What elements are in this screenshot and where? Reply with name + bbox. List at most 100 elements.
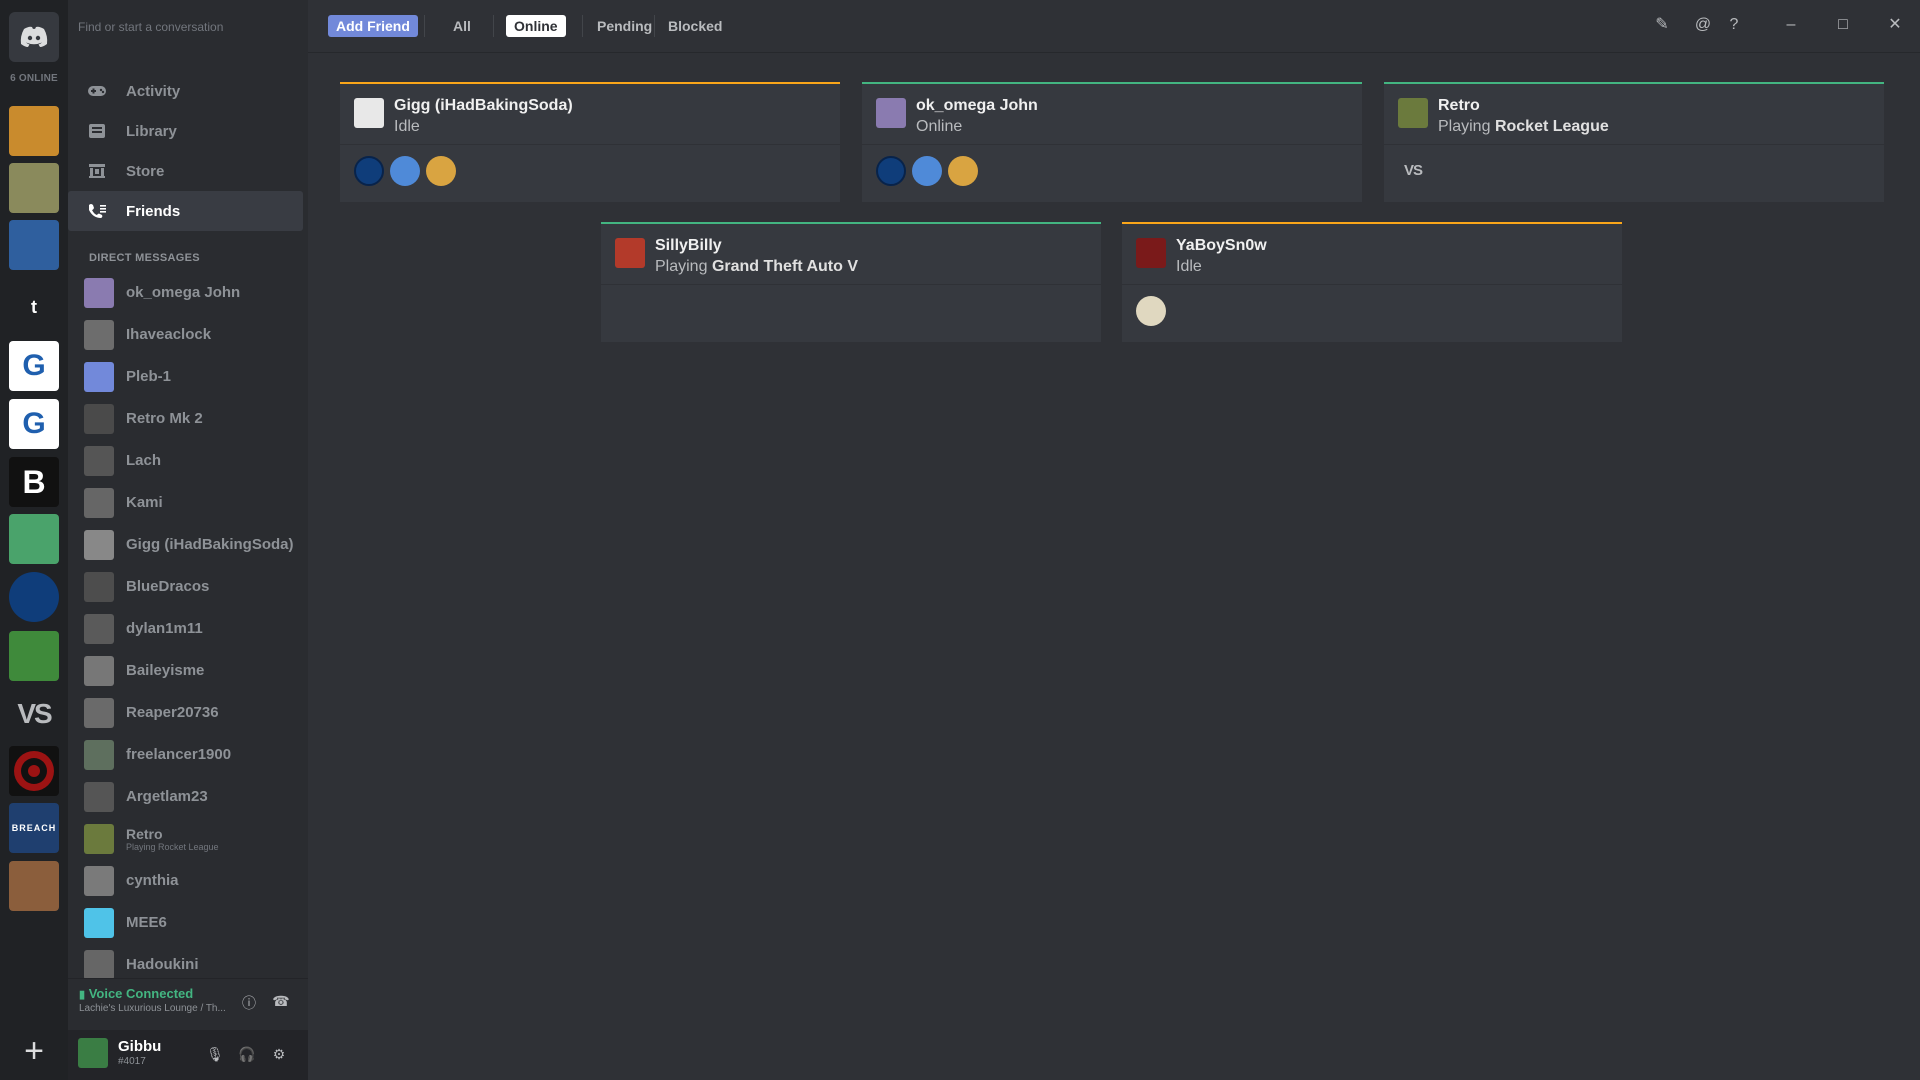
friend-status: Playing Rocket League	[1438, 118, 1609, 135]
server-icon[interactable]: B	[9, 457, 59, 507]
friend-name: Gigg (iHadBakingSoda)	[394, 97, 573, 114]
divider	[601, 284, 1101, 285]
divider	[1384, 144, 1884, 145]
nav-store[interactable]: Store	[68, 151, 303, 191]
add-server-button[interactable]: +	[9, 1026, 59, 1076]
mutual-server-icon[interactable]	[948, 156, 978, 186]
friend-card[interactable]: SillyBilly Playing Grand Theft Auto V	[601, 222, 1101, 342]
dm-item[interactable]: Lach	[68, 443, 308, 479]
server-icon[interactable]	[9, 861, 59, 911]
friend-card[interactable]: Retro Playing Rocket League VS	[1384, 82, 1884, 202]
mutual-servers: VS	[1398, 156, 1428, 186]
mutual-server-icon[interactable]: VS	[1398, 156, 1428, 186]
server-icon[interactable]	[9, 514, 59, 564]
dm-item[interactable]: Gigg (iHadBakingSoda)	[68, 527, 308, 563]
dm-item[interactable]: BlueDracos	[68, 569, 308, 605]
avatar	[84, 278, 114, 308]
mutual-server-icon[interactable]	[876, 156, 906, 186]
nav-label: Friends	[126, 202, 181, 220]
add-friend-button[interactable]: Add Friend	[328, 15, 418, 37]
tab-all[interactable]: All	[445, 15, 479, 37]
dm-item[interactable]: Retro Mk 2	[68, 401, 308, 437]
dm-item[interactable]: Retro Playing Rocket League	[68, 821, 308, 857]
dm-item[interactable]: MEE6	[68, 905, 308, 941]
server-icon[interactable]	[9, 572, 59, 622]
home-button[interactable]	[9, 12, 59, 62]
dm-item[interactable]: Argetlam23	[68, 779, 308, 815]
avatar	[84, 446, 114, 476]
nav-friends[interactable]: Friends	[68, 191, 303, 231]
mutual-server-icon[interactable]	[1136, 296, 1166, 326]
server-icon[interactable]: G	[9, 399, 59, 449]
dm-item[interactable]: Kami	[68, 485, 308, 521]
friend-status: Online	[916, 118, 963, 135]
server-icon[interactable]: BREACH	[9, 803, 59, 853]
avatar	[84, 698, 114, 728]
avatar	[615, 238, 645, 268]
server-icon[interactable]	[9, 163, 59, 213]
mute-icon[interactable]: 🎙	[206, 1046, 224, 1064]
tab-online[interactable]: Online	[506, 15, 566, 37]
nav-label: Library	[126, 122, 177, 140]
avatar	[84, 866, 114, 896]
friend-card[interactable]: ok_omega John Online	[862, 82, 1362, 202]
dm-item[interactable]: dylan1m11	[68, 611, 308, 647]
avatar[interactable]	[78, 1038, 108, 1068]
nav-activity[interactable]: Activity	[68, 71, 303, 111]
close-icon[interactable]: ✕	[1884, 14, 1906, 36]
avatar	[1398, 98, 1428, 128]
dm-item[interactable]: ok_omega John	[68, 275, 308, 311]
dm-item[interactable]: Reaper20736	[68, 695, 308, 731]
mutual-server-icon[interactable]	[912, 156, 942, 186]
avatar	[84, 740, 114, 770]
disconnect-icon[interactable]: ☎	[272, 993, 290, 1011]
user-discriminator: #4017	[118, 1056, 146, 1067]
settings-icon[interactable]: ⚙	[270, 1046, 288, 1064]
avatar	[84, 320, 114, 350]
server-icon[interactable]	[9, 631, 59, 681]
mentions-icon[interactable]: @	[1692, 14, 1714, 36]
dm-item[interactable]: Baileyisme	[68, 653, 308, 689]
dm-item[interactable]: Pleb-1	[68, 359, 308, 395]
maximize-icon[interactable]: □	[1832, 14, 1854, 36]
server-icon[interactable]: VS	[9, 689, 59, 739]
friend-name: Retro	[1438, 97, 1480, 114]
search-input[interactable]: Find or start a conversation	[78, 17, 298, 37]
new-group-dm-icon[interactable]: ✎	[1651, 14, 1673, 36]
dm-name: Retro	[126, 826, 163, 842]
avatar	[84, 824, 114, 854]
friend-card[interactable]: Gigg (iHadBakingSoda) Idle	[340, 82, 840, 202]
mutual-server-icon[interactable]	[354, 156, 384, 186]
divider	[424, 15, 425, 37]
dm-item[interactable]: cynthia	[68, 863, 308, 899]
mutual-server-icon[interactable]	[390, 156, 420, 186]
minimize-icon[interactable]: –	[1780, 14, 1802, 36]
tab-blocked[interactable]: Blocked	[660, 15, 730, 37]
server-icon[interactable]	[9, 106, 59, 156]
dm-name: freelancer1900	[126, 746, 232, 763]
library-icon	[86, 123, 108, 139]
server-icon[interactable]: G	[9, 341, 59, 391]
friend-status: Playing Grand Theft Auto V	[655, 258, 858, 275]
mutual-servers	[354, 156, 456, 186]
headphones-icon[interactable]: 🎧	[238, 1046, 256, 1064]
dm-item[interactable]: Ihaveaclock	[68, 317, 308, 353]
divider	[340, 144, 840, 145]
dm-name: cynthia	[126, 872, 179, 889]
target-logo-icon	[14, 751, 54, 791]
tab-pending[interactable]: Pending	[589, 15, 660, 37]
friend-card[interactable]: YaBoySn0w Idle	[1122, 222, 1622, 342]
nav-library[interactable]: Library	[68, 111, 303, 151]
dm-name: Argetlam23	[126, 788, 208, 805]
dm-name: dylan1m11	[126, 620, 203, 637]
friends-icon	[86, 203, 108, 219]
help-icon[interactable]: ?	[1723, 14, 1745, 36]
server-icon[interactable]	[9, 746, 59, 796]
server-icon[interactable]: t	[9, 282, 59, 332]
server-icon[interactable]	[9, 220, 59, 270]
mutual-server-icon[interactable]	[426, 156, 456, 186]
info-icon[interactable]: ⓘ	[240, 993, 258, 1011]
discord-logo-icon	[20, 26, 48, 47]
dm-item[interactable]: freelancer1900	[68, 737, 308, 773]
mutual-servers	[876, 156, 978, 186]
